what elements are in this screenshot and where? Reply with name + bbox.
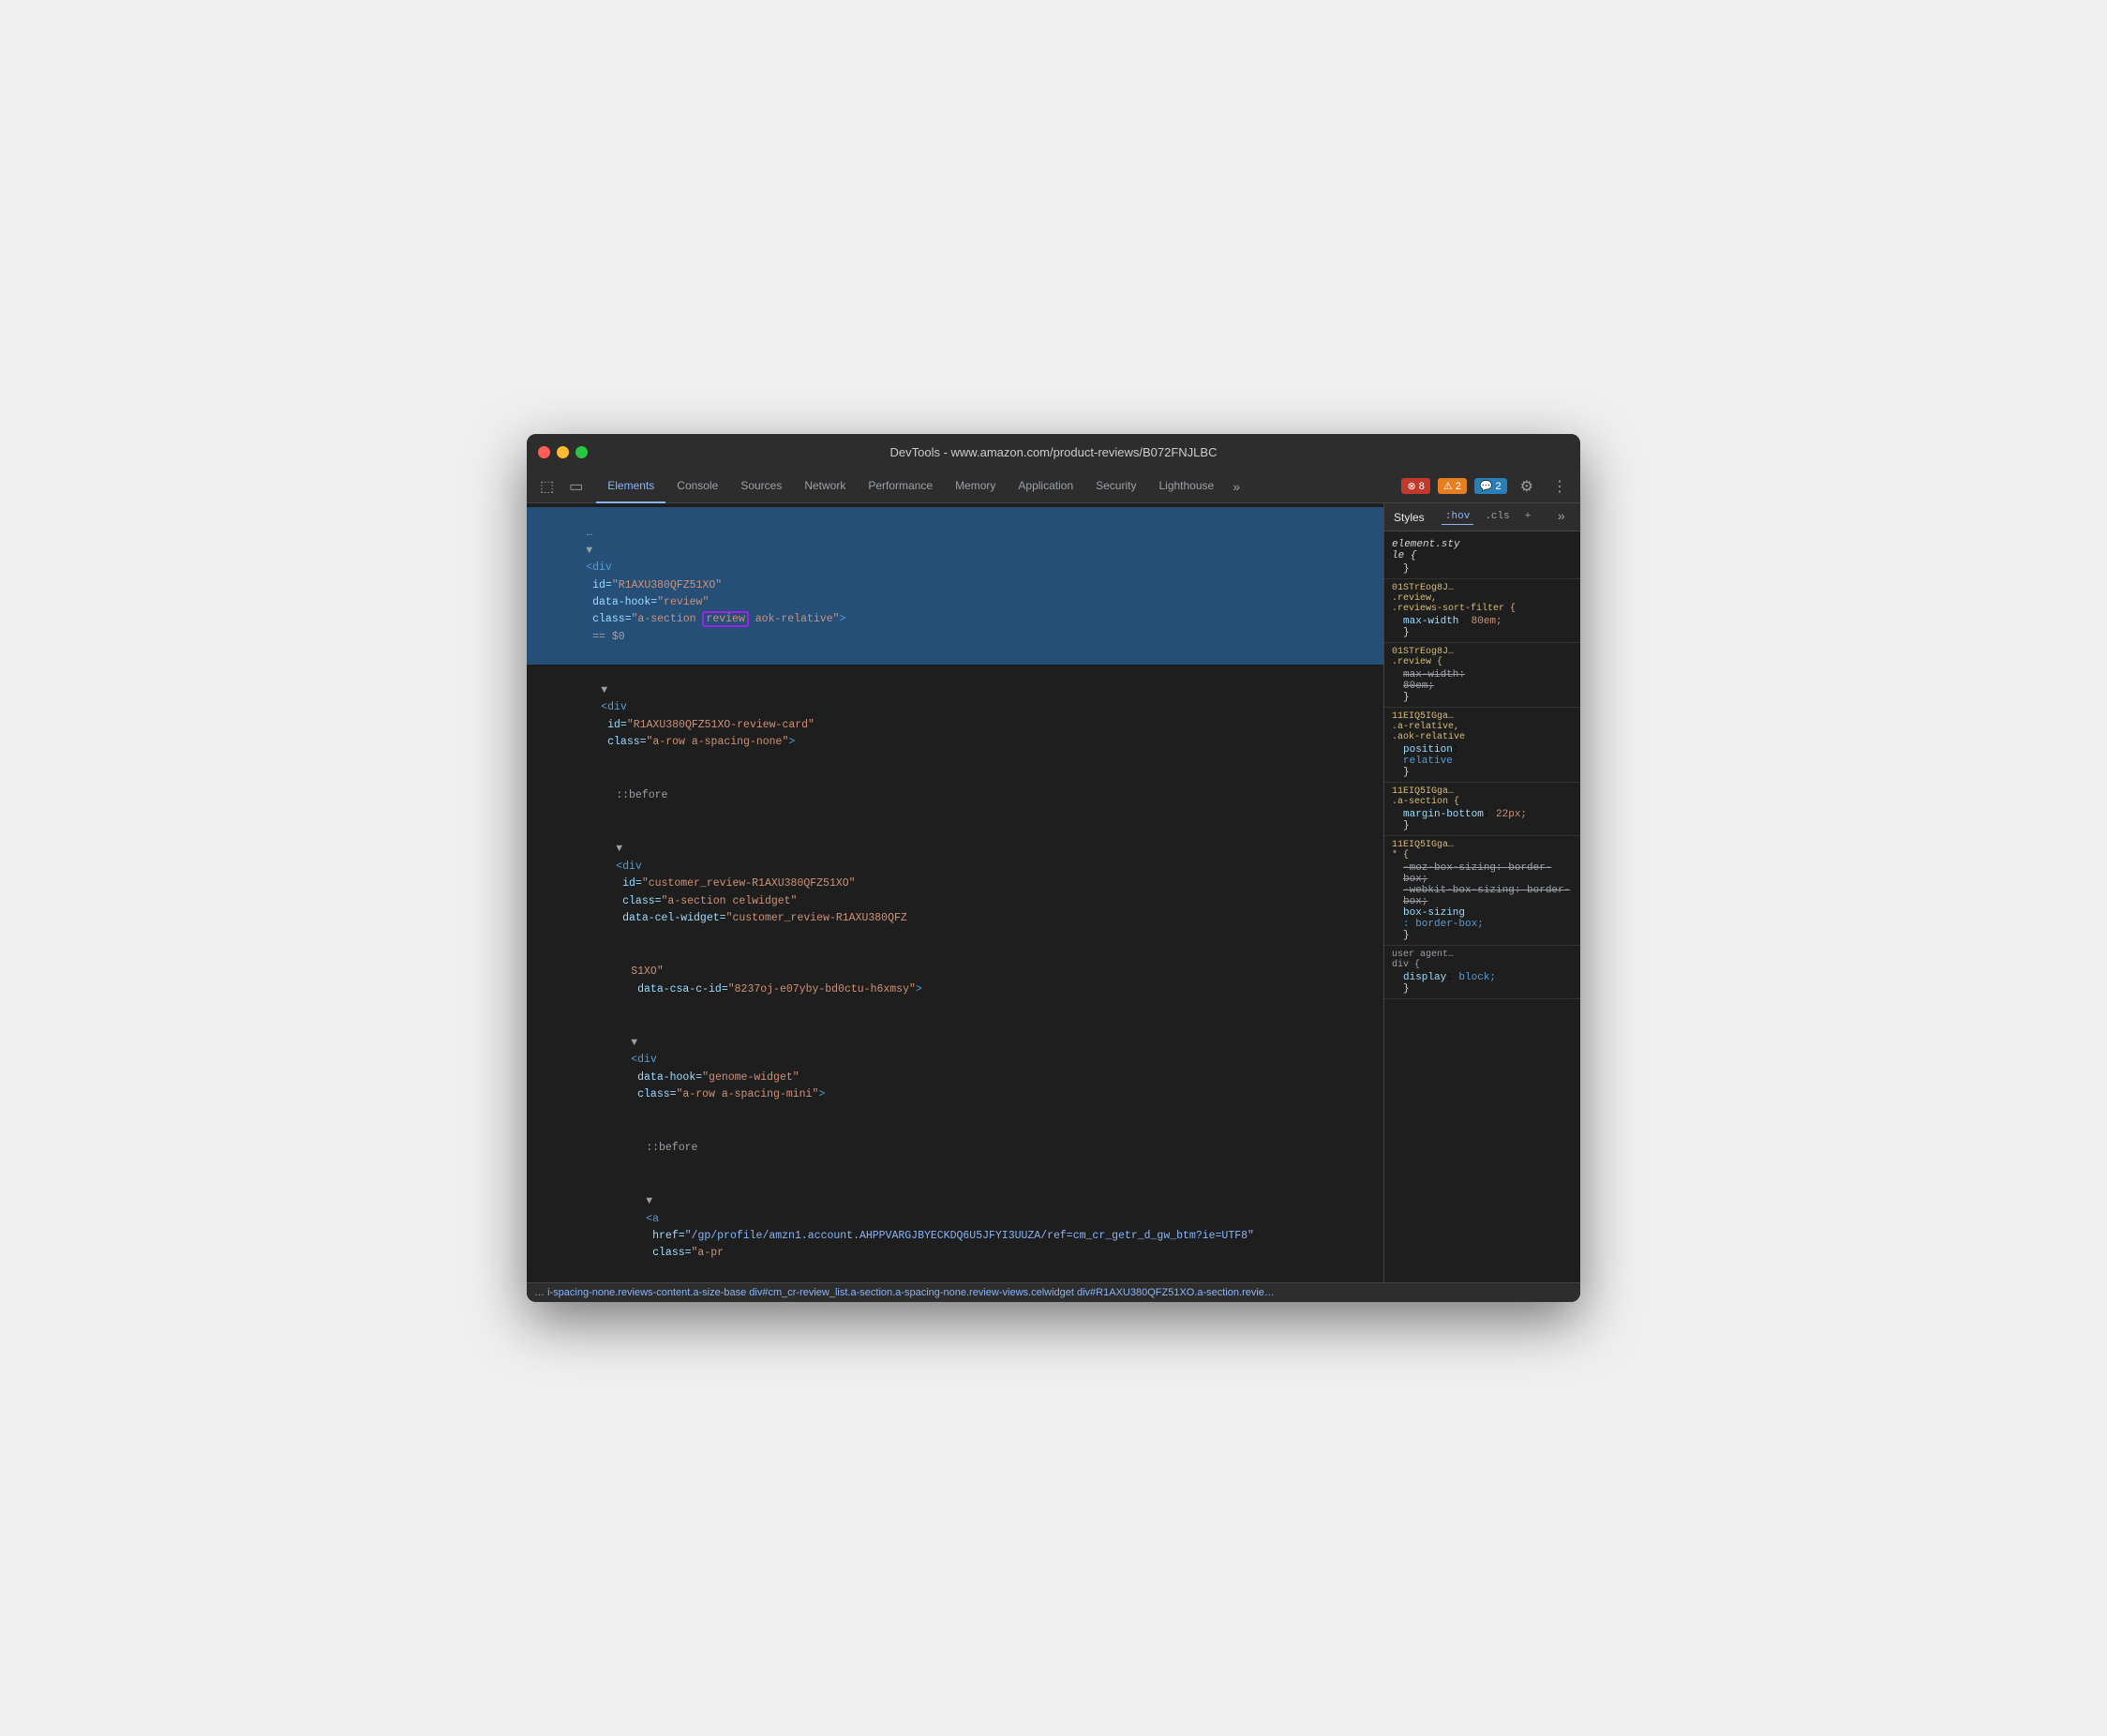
breadcrumb-item-3[interactable]: div#R1AXU380QFZ51XO.a-section.revie… — [1077, 1287, 1275, 1298]
close-button[interactable] — [538, 446, 550, 458]
breadcrumb-ellipsis[interactable]: … — [534, 1287, 547, 1298]
tab-application[interactable]: Application — [1007, 470, 1084, 503]
tab-performance[interactable]: Performance — [857, 470, 944, 503]
style-rule-element: element.style { } — [1384, 535, 1580, 579]
rule-selector: 11EIQ5IGga….a-relative,.aok-relative — [1392, 711, 1573, 742]
html-line[interactable]: ▼ <a href="/gp/profile/amzn1.account.AHP… — [527, 1175, 1383, 1280]
style-rule-5: 11EIQ5IGga…* { -moz-box-sizing: border-b… — [1384, 836, 1580, 946]
html-line[interactable]: ▼ <div id="customer_review-R1AXU380QFZ51… — [527, 823, 1383, 946]
devtools-window: DevTools - www.amazon.com/product-review… — [527, 434, 1580, 1302]
rule-body: -moz-box-sizing: border-box; -webkit-box… — [1392, 862, 1573, 930]
styles-tab-hov[interactable]: :hov — [1442, 509, 1473, 525]
style-rule-4: 11EIQ5IGga….a-section { margin-bottom: 2… — [1384, 783, 1580, 836]
html-line[interactable]: ▼ <div id="R1AXU380QFZ51XO-review-card" … — [527, 665, 1383, 770]
rule-selector: element.style { — [1392, 539, 1573, 561]
info-badge[interactable]: 💬 2 — [1474, 478, 1507, 494]
styles-content[interactable]: element.style { } 01STrEog8J….review,.re… — [1384, 531, 1580, 1282]
window-title: DevTools - www.amazon.com/product-review… — [890, 445, 1218, 459]
style-rule-2: 01STrEog8J….review { max-width:80em; } — [1384, 643, 1580, 708]
tab-network[interactable]: Network — [793, 470, 857, 503]
tab-memory[interactable]: Memory — [944, 470, 1007, 503]
rule-selector: 11EIQ5IGga….a-section { — [1392, 786, 1573, 807]
toolbar-icons: ⬚ ▭ — [534, 477, 589, 496]
styles-panel: Styles :hov .cls + » element.style { } — [1383, 503, 1580, 1282]
style-rule-6: user agent…div { display: block; } — [1384, 946, 1580, 999]
styles-panel-header: Styles :hov .cls + » — [1384, 503, 1580, 531]
rule-selector: 01STrEog8J….review { — [1392, 647, 1573, 667]
toolbar-right: ⊗ 8 ⚠ 2 💬 2 ⚙ ⋮ — [1401, 477, 1573, 496]
tab-console[interactable]: Console — [665, 470, 729, 503]
html-line[interactable]: S1XO" data-csa-c-id="8237oj-e07yby-bd0ct… — [527, 946, 1383, 1017]
styles-tab-cls[interactable]: .cls — [1481, 509, 1513, 525]
html-line[interactable]: ▼ <div data-hook="genome-widget" class="… — [527, 1016, 1383, 1121]
tab-security[interactable]: Security — [1084, 470, 1147, 503]
rule-selector: 11EIQ5IGga…* { — [1392, 840, 1573, 861]
rule-body: } — [1392, 563, 1573, 575]
traffic-lights — [538, 446, 588, 458]
style-rule-3: 11EIQ5IGga….a-relative,.aok-relative pos… — [1384, 708, 1580, 783]
breadcrumb-bar: … i-spacing-none.reviews-content.a-size-… — [527, 1282, 1580, 1302]
warning-badge[interactable]: ⚠ 2 — [1438, 478, 1467, 494]
error-badge[interactable]: ⊗ 8 — [1401, 478, 1429, 494]
breadcrumb-item-1[interactable]: i-spacing-none.reviews-content.a-size-ba… — [547, 1287, 746, 1298]
tab-sources[interactable]: Sources — [729, 470, 793, 503]
tab-elements[interactable]: Elements — [596, 470, 665, 503]
device-icon[interactable]: ▭ — [563, 477, 589, 496]
styles-tab-add[interactable]: + — [1521, 509, 1535, 525]
html-line[interactable]: ::before — [527, 1122, 1383, 1175]
title-bar: DevTools - www.amazon.com/product-review… — [527, 434, 1580, 470]
rule-body: margin-bottom: 22px; — [1392, 809, 1573, 820]
rule-selector: 01STrEog8J….review,.reviews-sort-filter … — [1392, 583, 1573, 614]
main-content: … ▼ <div id="R1AXU380QFZ51XO" data-hook=… — [527, 503, 1580, 1282]
minimize-button[interactable] — [557, 446, 569, 458]
style-rule-1: 01STrEog8J….review,.reviews-sort-filter … — [1384, 579, 1580, 643]
rule-body: position:relative — [1392, 744, 1573, 767]
maximize-button[interactable] — [575, 446, 588, 458]
more-tabs-button[interactable]: » — [1225, 479, 1248, 494]
styles-title: Styles — [1394, 511, 1425, 524]
rule-selector: user agent…div { — [1392, 950, 1573, 970]
rule-body: display: block; — [1392, 972, 1573, 983]
tab-lighthouse[interactable]: Lighthouse — [1147, 470, 1225, 503]
settings-icon[interactable]: ⚙ — [1515, 477, 1539, 496]
html-line[interactable]: ::before — [527, 770, 1383, 823]
styles-tabs: :hov .cls + — [1442, 509, 1534, 525]
html-line[interactable]: … ▼ <div id="R1AXU380QFZ51XO" data-hook=… — [527, 507, 1383, 665]
devtools-tab-bar: ⬚ ▭ Elements Console Sources Network Per… — [527, 470, 1580, 503]
rule-body: max-width: 80em; — [1392, 616, 1573, 627]
elements-panel[interactable]: … ▼ <div id="R1AXU380QFZ51XO" data-hook=… — [527, 503, 1383, 1282]
styles-more-icon[interactable]: » — [1552, 510, 1571, 525]
more-options-icon[interactable]: ⋮ — [1547, 477, 1573, 496]
breadcrumb-item-2[interactable]: div#cm_cr-review_list.a-section.a-spacin… — [749, 1287, 1074, 1298]
cursor-icon[interactable]: ⬚ — [534, 477, 560, 496]
rule-body: max-width:80em; — [1392, 669, 1573, 692]
